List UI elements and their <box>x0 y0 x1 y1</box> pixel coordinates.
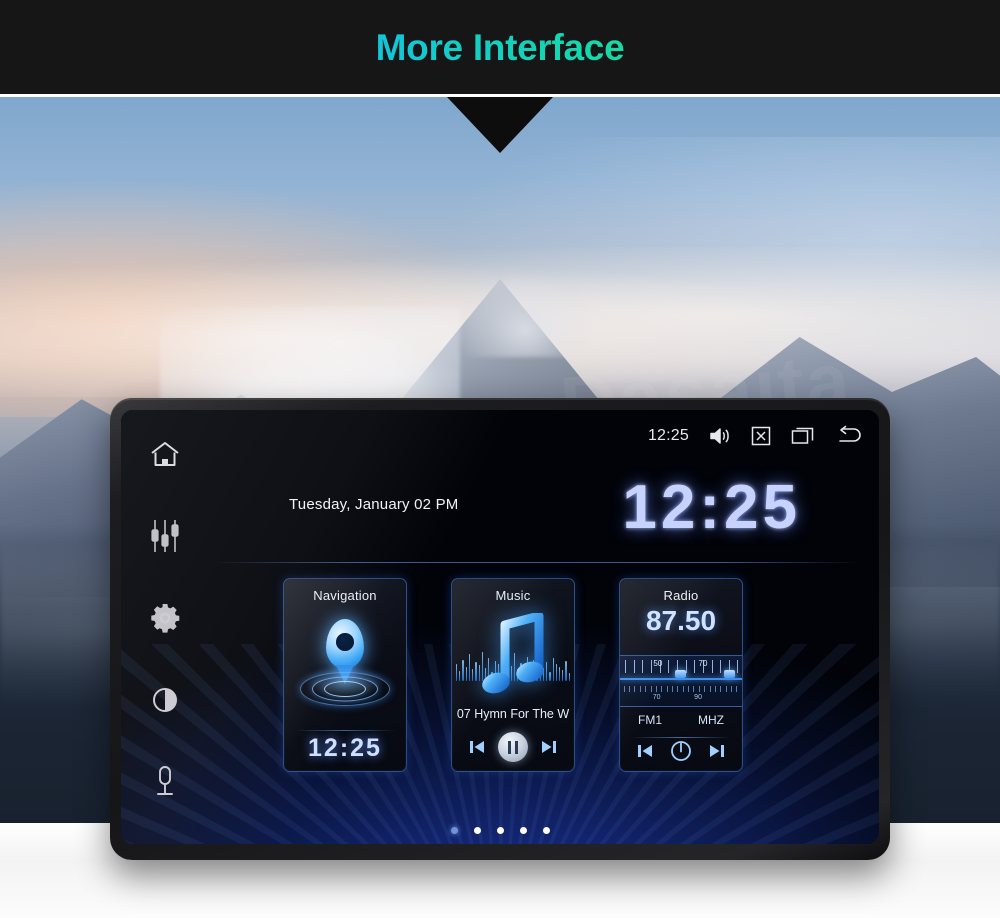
tuner-needle-2 <box>723 670 735 678</box>
music-controls <box>452 732 574 762</box>
widget-navigation-clock: 12:25 <box>308 734 382 762</box>
power-button[interactable] <box>670 740 692 762</box>
map-pin-icon <box>284 603 406 711</box>
widget-radio-frequency: 87.50 <box>645 605 717 636</box>
widget-music[interactable]: Music 07 Hymn For The W <box>451 578 575 772</box>
page-dot-4[interactable] <box>519 827 527 834</box>
sidebar-item-equalizer[interactable] <box>143 514 187 558</box>
page-dot-1[interactable] <box>450 827 458 834</box>
page-header: More Interface <box>0 0 1000 96</box>
head-unit-device: 12:25 Tuesday, January 02 PM 12:25 Navig… <box>110 398 890 860</box>
scale-minor-ticks: 70 90 <box>620 682 742 706</box>
scale-minor-label-90: 90 <box>694 694 702 701</box>
widget-row: Navigation 12:25 Music 07 Hymn For The W… <box>283 578 851 772</box>
status-bar-time: 12:25 <box>647 427 689 444</box>
main-clock: 12:25 <box>622 473 801 542</box>
widget-music-title: Music <box>495 588 531 603</box>
widget-navigation-title: Navigation <box>313 588 377 603</box>
radio-band[interactable]: FM1 <box>638 713 662 727</box>
sidebar-item-home[interactable] <box>143 432 187 476</box>
page-dot-3[interactable] <box>496 827 504 834</box>
sidebar-item-brightness[interactable] <box>143 678 187 722</box>
close-box-icon[interactable] <box>751 426 771 446</box>
next-track-button[interactable] <box>541 739 557 755</box>
back-icon[interactable] <box>835 425 865 447</box>
sidebar-item-settings[interactable] <box>143 596 187 640</box>
widget-radio[interactable]: Radio 87.50 50 70 70 90 FM1 MHZ <box>619 578 743 772</box>
widget-radio-title: Radio <box>663 588 699 603</box>
widget-music-track: 07 Hymn For The W <box>456 707 570 721</box>
next-station-button[interactable] <box>709 743 725 759</box>
tuner-needle <box>674 670 686 678</box>
radio-tuning-scale[interactable]: 50 70 70 90 <box>620 655 742 707</box>
music-note-icon <box>452 603 574 715</box>
radio-band-row: FM1 MHZ <box>620 713 742 727</box>
page-dot-2[interactable] <box>473 827 481 834</box>
pause-button[interactable] <box>497 732 528 762</box>
scale-minor-label-70: 70 <box>652 694 661 701</box>
widget-navigation-divider <box>294 730 396 731</box>
recents-icon[interactable] <box>791 426 815 446</box>
page-title: More Interface <box>0 27 1000 69</box>
scale-label-70: 70 <box>698 659 708 668</box>
status-bar: 12:25 <box>648 418 865 454</box>
prev-station-button[interactable] <box>637 743 653 759</box>
scale-label-50: 50 <box>653 659 663 668</box>
screen-divider <box>213 562 861 563</box>
prev-track-button[interactable] <box>469 739 485 755</box>
widget-radio-divider <box>631 737 731 738</box>
scale-bar <box>620 678 742 680</box>
widget-navigation[interactable]: Navigation 12:25 <box>283 578 407 772</box>
page-dot-5[interactable] <box>542 827 550 834</box>
radio-controls <box>620 740 742 762</box>
date-text: Tuesday, January 02 PM <box>289 496 459 513</box>
volume-icon[interactable] <box>709 426 731 446</box>
page-indicator[interactable] <box>121 827 879 834</box>
sidebar-item-voice[interactable] <box>143 760 187 804</box>
radio-unit: MHZ <box>698 713 724 727</box>
smoke-plume-top <box>455 267 595 357</box>
side-rail <box>121 410 209 844</box>
device-screen[interactable]: 12:25 Tuesday, January 02 PM 12:25 Navig… <box>121 410 879 844</box>
